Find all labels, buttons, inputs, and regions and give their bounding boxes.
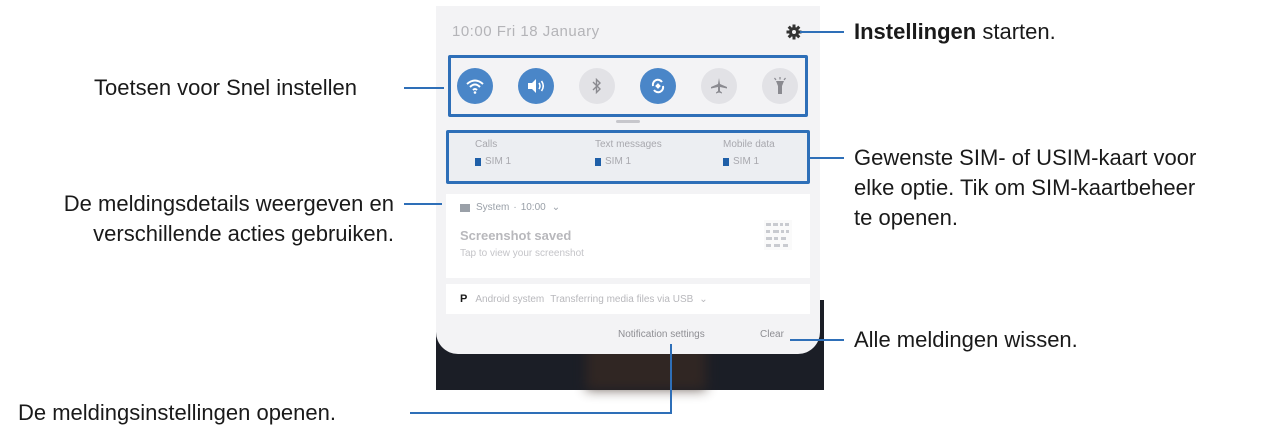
quick-settings-bar [448, 55, 808, 117]
sim-card-icon [595, 157, 601, 166]
sim-label: Text messages [595, 139, 662, 150]
wifi-icon [466, 79, 484, 94]
callout-line-quick-settings [404, 87, 444, 89]
callout-notif-settings: De meldingsinstellingen openen. [18, 400, 336, 425]
screenshot-thumbnail [764, 220, 792, 250]
sim-value: SIM 1 [733, 156, 760, 167]
flashlight-icon [774, 77, 786, 94]
callout-details: De meldingsdetails weergeven en verschil… [8, 189, 394, 249]
image-icon [460, 203, 470, 212]
callout-line-notif-settings-v [670, 344, 672, 414]
callout-settings: Instellingen starten. [854, 17, 1056, 47]
notification-card[interactable]: System · 10:00 ⌄ Screenshot saved Tap to… [446, 194, 810, 278]
chevron-down-icon[interactable]: ⌄ [699, 294, 707, 305]
status-date: 10:00 Fri 18 January [452, 23, 600, 40]
airplane-toggle[interactable] [701, 68, 737, 104]
sim-mobile-data[interactable]: Mobile data SIM 1 [723, 139, 820, 167]
bluetooth-icon [592, 78, 601, 94]
sound-toggle[interactable] [518, 68, 554, 104]
sim-card-icon [475, 157, 481, 166]
wifi-toggle[interactable] [457, 68, 493, 104]
sim-text-messages[interactable]: Text messages SIM 1 [595, 139, 705, 167]
bluetooth-toggle[interactable] [579, 68, 615, 104]
sim-card-icon [723, 157, 729, 166]
auto-rotate-toggle[interactable] [640, 68, 676, 104]
callout-sim-line-2: elke optie. Tik om SIM-kaartbeheer [854, 175, 1196, 200]
panel-handle[interactable] [616, 120, 640, 123]
status-bar: 10:00 Fri 18 January [446, 14, 810, 52]
sim-preference-bar[interactable]: Calls SIM 1 Text messages SIM 1 Mobile d… [446, 130, 810, 184]
callout-settings-bold: Instellingen [854, 19, 977, 44]
callout-sim: Gewenste SIM- of USIM-kaart voor elke op… [854, 143, 1196, 233]
callout-quick-settings: Toetsen voor Snel instellen [94, 75, 357, 100]
notification-text: Tap to view your screenshot [460, 248, 584, 259]
auto-rotate-icon [651, 78, 665, 94]
callout-line-clear [790, 339, 844, 341]
notification-text: Transferring media files via USB [550, 293, 694, 305]
callout-line-sim [808, 157, 844, 159]
notification-actions: Notification settings Clear [446, 324, 810, 346]
notification-app: Android system [475, 293, 545, 305]
airplane-icon [711, 78, 727, 94]
callout-details-line-2: verschillende acties gebruiken. [93, 221, 394, 246]
sim-label: Mobile data [723, 139, 775, 150]
notification-app: System [476, 202, 510, 213]
callout-settings-text: starten. [976, 19, 1056, 44]
chevron-down-icon[interactable]: ⌄ [552, 202, 560, 213]
callout-line-settings [800, 31, 844, 33]
notification-title: Screenshot saved [460, 228, 572, 243]
notification-panel: 10:00 Fri 18 January Calls SIM 1 Text me… [436, 6, 820, 354]
notification-settings-button[interactable]: Notification settings [618, 329, 705, 340]
callout-line-notif-settings-h [410, 412, 672, 414]
flashlight-toggle[interactable] [762, 68, 798, 104]
callout-line-details [404, 203, 442, 205]
callout-sim-line-1: Gewenste SIM- of USIM-kaart voor [854, 145, 1197, 170]
android-icon: P [460, 293, 468, 305]
sim-value: SIM 1 [605, 156, 632, 167]
sound-icon [528, 79, 545, 93]
notification-time: 10:00 [520, 202, 546, 213]
callout-details-line-1: De meldingsdetails weergeven en [63, 191, 394, 216]
callout-clear-all: Alle meldingen wissen. [854, 327, 1078, 352]
sim-calls[interactable]: Calls SIM 1 [475, 139, 585, 167]
sim-label: Calls [475, 139, 498, 150]
clear-button[interactable]: Clear [760, 329, 784, 340]
callout-sim-line-3: te openen. [854, 205, 958, 230]
notification-card-2[interactable]: P Android system Transferring media file… [446, 284, 810, 314]
sim-value: SIM 1 [485, 156, 512, 167]
